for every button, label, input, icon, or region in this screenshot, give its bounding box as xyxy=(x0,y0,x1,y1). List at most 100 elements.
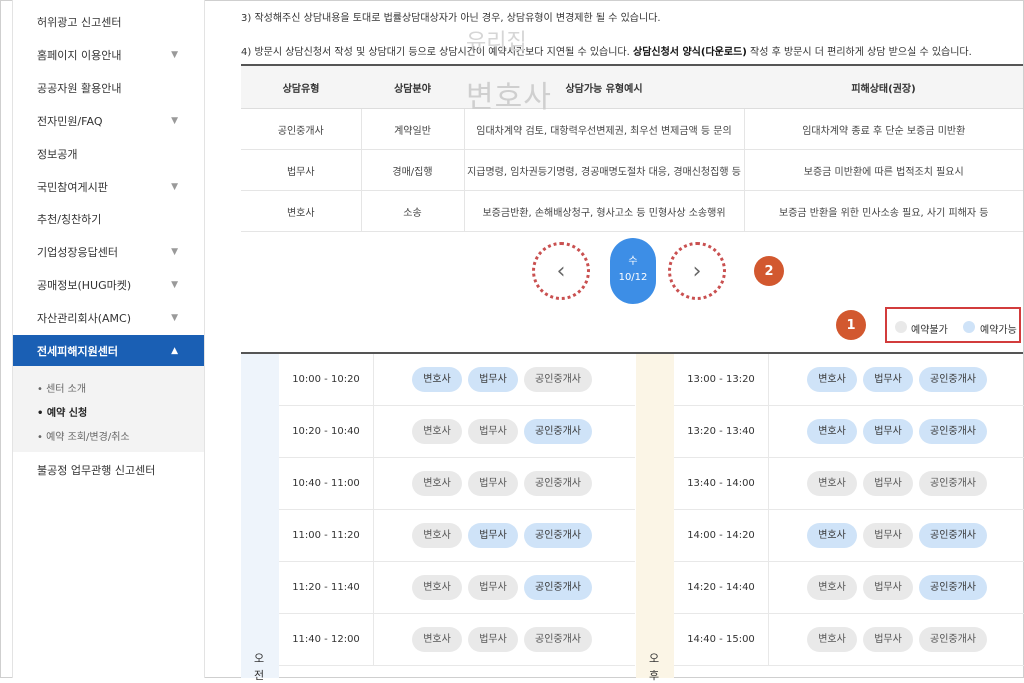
table-header: 피해상태(권장) xyxy=(744,64,1023,109)
slot-button-judicial-scrivener[interactable]: 법무사 xyxy=(863,471,913,496)
slot-button-realtor[interactable]: 공인중개사 xyxy=(524,471,592,496)
sidebar-submenu: • 센터 소개 • 예약 신청 • 예약 조회/변경/취소 xyxy=(13,366,204,452)
time-slot-label: 13:00 - 13:20 xyxy=(674,354,769,405)
time-slot-label: 10:20 - 10:40 xyxy=(279,406,374,457)
table-cell: 공인중개사 xyxy=(241,108,362,150)
time-slot-row: 13:20 - 13:40 변호사 법무사 공인중개사 xyxy=(674,406,1024,458)
time-slot-row: 14:20 - 14:40 변호사 법무사 공인중개사 xyxy=(674,562,1024,614)
chevron-up-icon: ▲ xyxy=(171,346,178,356)
next-date-button[interactable]: › xyxy=(668,242,726,300)
sidebar-item-public-board[interactable]: 국민참여게시판 ▼ xyxy=(13,171,204,203)
sidebar-item-jeonse-support[interactable]: 전세피해지원센터 ▲ xyxy=(13,335,204,367)
main-content: 3) 작성해주신 상담내용을 토대로 법률상담대상자가 아닌 경우, 상담유형이… xyxy=(204,0,1024,682)
time-slot-label: 14:00 - 14:20 xyxy=(674,510,769,561)
slot-button-lawyer[interactable]: 변호사 xyxy=(807,523,857,548)
sidebar-item-label: 국민참여게시판 xyxy=(37,181,108,194)
time-slot-row: 10:00 - 10:20 변호사 법무사 공인중개사 xyxy=(279,354,635,406)
sidebar-item-label: 불공정 업무관행 신고센터 xyxy=(37,464,156,477)
slot-button-realtor[interactable]: 공인중개사 xyxy=(919,627,987,652)
chevron-down-icon: ▼ xyxy=(171,313,178,323)
slot-button-realtor[interactable]: 공인중개사 xyxy=(524,627,592,652)
sidebar-item-recommend[interactable]: 추천/칭찬하기 xyxy=(13,203,204,235)
sidebar-item-auction-info[interactable]: 공매정보(HUG마켓) ▼ xyxy=(13,269,204,301)
table-cell: 소송 xyxy=(361,190,465,232)
sidebar-item-label: 홈페이지 이용안내 xyxy=(37,49,122,62)
sidebar-item-info-disclosure[interactable]: 정보공개 xyxy=(13,138,204,170)
time-slot-row: 10:40 - 11:00 변호사 법무사 공인중개사 xyxy=(279,458,635,510)
sidebar-item-biz-growth[interactable]: 기업성장응답센터 ▼ xyxy=(13,236,204,268)
selected-date[interactable]: 수 10/12 xyxy=(610,238,656,304)
table-cell: 보증금 미반환에 따른 법적조치 필요시 xyxy=(744,149,1023,191)
time-slot-label: 10:40 - 11:00 xyxy=(279,458,374,509)
time-slot-label: 13:20 - 13:40 xyxy=(674,406,769,457)
slot-button-lawyer[interactable]: 변호사 xyxy=(412,575,462,600)
slot-button-realtor[interactable]: 공인중개사 xyxy=(919,471,987,496)
slot-button-judicial-scrivener[interactable]: 법무사 xyxy=(468,523,518,548)
submenu-reservation[interactable]: • 예약 신청 xyxy=(37,404,87,419)
sidebar-item-homepage-guide[interactable]: 홈페이지 이용안내 ▼ xyxy=(13,39,204,71)
chevron-down-icon: ▼ xyxy=(171,116,178,126)
time-slot-row: 13:40 - 14:00 변호사 법무사 공인중개사 xyxy=(674,458,1024,510)
slot-button-realtor[interactable]: 공인중개사 xyxy=(919,575,987,600)
slot-button-realtor[interactable]: 공인중개사 xyxy=(919,419,987,444)
submenu-reservation-manage[interactable]: • 예약 조회/변경/취소 xyxy=(37,428,130,443)
time-slot-row: 11:20 - 11:40 변호사 법무사 공인중개사 xyxy=(279,562,635,614)
slot-button-realtor[interactable]: 공인중개사 xyxy=(524,419,592,444)
sidebar-item-public-resources[interactable]: 공공자원 활용안내 xyxy=(13,72,204,104)
notice-4-text: 4) 방문시 상담신청서 작성 및 상담대기 등으로 상담시간이 예약시간보다 … xyxy=(241,47,633,58)
time-slot-label: 11:00 - 11:20 xyxy=(279,510,374,561)
sidebar-item-label: 허위광고 신고센터 xyxy=(37,16,122,29)
slot-button-judicial-scrivener[interactable]: 법무사 xyxy=(863,367,913,392)
pm-period: 오 후 xyxy=(636,354,674,682)
slot-button-judicial-scrivener[interactable]: 법무사 xyxy=(863,627,913,652)
slot-button-lawyer[interactable]: 변호사 xyxy=(412,367,462,392)
sidebar-item-label: 정보공개 xyxy=(37,148,78,161)
slot-button-judicial-scrivener[interactable]: 법무사 xyxy=(863,575,913,600)
slot-button-realtor[interactable]: 공인중개사 xyxy=(524,367,592,392)
slot-button-lawyer[interactable]: 변호사 xyxy=(807,575,857,600)
table-row: 공인중개사 계약일반 임대차계약 검토, 대항력우선변제권, 최우선 변제금액 … xyxy=(241,108,1023,150)
application-form-download-link[interactable]: 상담신청서 양식(다운로드) xyxy=(633,47,747,58)
slot-button-judicial-scrivener[interactable]: 법무사 xyxy=(863,523,913,548)
slot-button-realtor[interactable]: 공인중개사 xyxy=(919,523,987,548)
slot-button-lawyer[interactable]: 변호사 xyxy=(807,627,857,652)
slot-button-realtor[interactable]: 공인중개사 xyxy=(524,523,592,548)
table-header-row: 상담유형 상담분야 상담가능 유형예시 피해상태(권장) xyxy=(241,64,1023,109)
slot-button-lawyer[interactable]: 변호사 xyxy=(807,419,857,444)
slot-button-judicial-scrivener[interactable]: 법무사 xyxy=(468,471,518,496)
prev-date-button[interactable]: ‹ xyxy=(532,242,590,300)
slot-button-realtor[interactable]: 공인중개사 xyxy=(919,367,987,392)
slot-button-lawyer[interactable]: 변호사 xyxy=(807,471,857,496)
time-slot-label: 14:40 - 15:00 xyxy=(674,614,769,665)
slot-button-lawyer[interactable]: 변호사 xyxy=(412,627,462,652)
sidebar-item-label: 추천/칭찬하기 xyxy=(37,213,102,226)
slot-button-judicial-scrivener[interactable]: 법무사 xyxy=(468,627,518,652)
slot-button-lawyer[interactable]: 변호사 xyxy=(412,523,462,548)
slot-button-lawyer[interactable]: 변호사 xyxy=(412,419,462,444)
legend-unavailable: 예약불가 xyxy=(911,325,948,336)
time-slot-row: 13:00 - 13:20 변호사 법무사 공인중개사 xyxy=(674,354,1024,406)
sidebar-item-amc[interactable]: 자산관리회사(AMC) ▼ xyxy=(13,302,204,334)
slot-button-realtor[interactable]: 공인중개사 xyxy=(524,575,592,600)
sidebar-item-e-petition-faq[interactable]: 전자민원/FAQ ▼ xyxy=(13,105,204,137)
slot-button-lawyer[interactable]: 변호사 xyxy=(807,367,857,392)
sidebar-item-false-ad-report[interactable]: 허위광고 신고센터 xyxy=(13,6,204,38)
slot-button-judicial-scrivener[interactable]: 법무사 xyxy=(468,367,518,392)
notice-3: 3) 작성해주신 상담내용을 토대로 법률상담대상자가 아닌 경우, 상담유형이… xyxy=(241,13,661,24)
sidebar-item-unfair-practice-report[interactable]: 불공정 업무관행 신고센터 xyxy=(13,454,204,486)
unavailable-dot-icon xyxy=(895,321,907,333)
pm-label: 후 xyxy=(649,669,660,682)
sidebar-item-label: 자산관리회사(AMC) xyxy=(37,312,131,325)
table-header: 상담유형 xyxy=(241,64,361,109)
slot-button-lawyer[interactable]: 변호사 xyxy=(412,471,462,496)
submenu-center-intro[interactable]: • 센터 소개 xyxy=(37,380,86,395)
chevron-down-icon: ▼ xyxy=(171,247,178,257)
slot-button-judicial-scrivener[interactable]: 법무사 xyxy=(468,419,518,444)
selected-date-value: 10/12 xyxy=(618,272,648,283)
table-cell: 변호사 xyxy=(241,190,362,232)
table-cell: 보증금반환, 손해배상청구, 형사고소 등 민형사상 소송행위 xyxy=(464,190,745,232)
time-slot-label: 11:20 - 11:40 xyxy=(279,562,374,613)
time-slot-label: 10:00 - 10:20 xyxy=(279,354,374,405)
slot-button-judicial-scrivener[interactable]: 법무사 xyxy=(468,575,518,600)
slot-button-judicial-scrivener[interactable]: 법무사 xyxy=(863,419,913,444)
